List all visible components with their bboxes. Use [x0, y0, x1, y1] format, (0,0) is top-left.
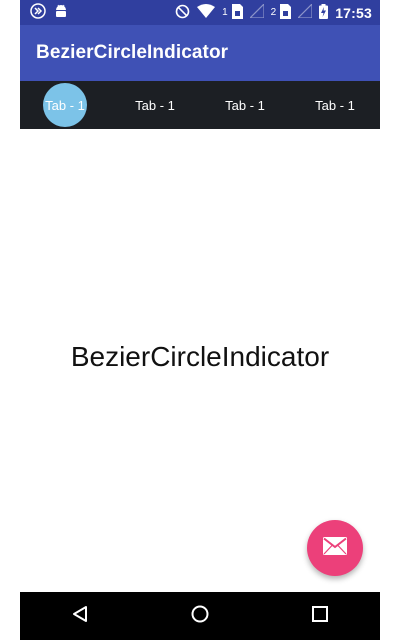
- android-icon: [54, 3, 68, 22]
- tab-bar: Tab - 1 Tab - 1 Tab - 1 Tab - 1: [20, 81, 380, 129]
- home-button[interactable]: [176, 592, 224, 640]
- app-title: BezierCircleIndicator: [36, 42, 229, 63]
- status-time: 17:53: [335, 4, 372, 21]
- phone-screen: 1 2 17:53 BezierCircleIndicator Tab - 1 …: [20, 0, 380, 640]
- signal-icon: [296, 2, 313, 21]
- sim-card-icon: [231, 3, 243, 22]
- tab-3[interactable]: Tab - 1: [200, 81, 290, 129]
- sim-card-icon: [280, 3, 292, 22]
- back-icon: [71, 605, 89, 628]
- battery-charging-icon: [319, 3, 329, 22]
- tab-label: Tab - 1: [315, 97, 355, 113]
- signal-icon: [248, 2, 265, 21]
- tab-1[interactable]: Tab - 1: [20, 81, 110, 129]
- tab-label: Tab - 1: [225, 97, 265, 113]
- sim1-label: 1: [222, 7, 228, 18]
- wifi-icon: [197, 4, 216, 21]
- recents-button[interactable]: [296, 592, 344, 640]
- sim2-label: 2: [270, 7, 277, 18]
- tab-label: Tab - 1: [135, 97, 175, 113]
- do-not-disturb-icon: [175, 4, 190, 22]
- tab-4[interactable]: Tab - 1: [290, 81, 380, 129]
- media-icon: [30, 3, 46, 22]
- recents-icon: [312, 605, 328, 627]
- status-bar: 1 2 17:53: [20, 0, 380, 25]
- page-text: BezierCircleIndicator: [70, 341, 330, 372]
- tab-2[interactable]: Tab - 1: [110, 81, 200, 129]
- tab-label: Tab - 1: [45, 97, 85, 113]
- back-button[interactable]: [56, 592, 104, 640]
- email-fab-button[interactable]: [307, 520, 363, 576]
- home-icon: [191, 605, 209, 628]
- email-icon: [323, 536, 347, 560]
- app-bar: BezierCircleIndicator: [20, 25, 380, 81]
- navigation-bar: [20, 592, 380, 640]
